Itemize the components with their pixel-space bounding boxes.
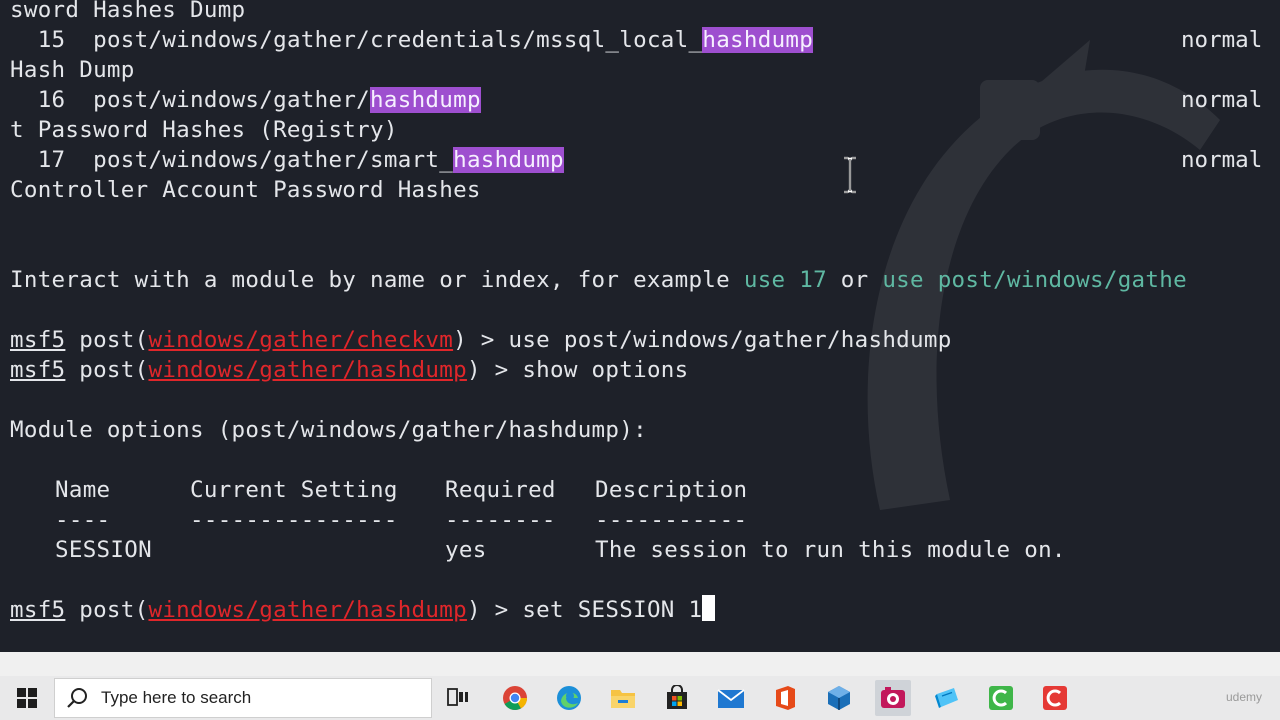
- search-placeholder: Type here to search: [101, 688, 252, 707]
- camtasia-recorder-taskbar-button[interactable]: [983, 680, 1019, 716]
- chrome-icon: [503, 686, 527, 711]
- virtualbox-taskbar-button[interactable]: [821, 680, 857, 716]
- command-input[interactable]: set SESSION 1: [522, 597, 702, 623]
- kali-dragon-watermark-icon: [867, 40, 1220, 510]
- command-text: use post/windows/gather/hashdump: [508, 327, 952, 353]
- option-name: SESSION: [55, 537, 152, 563]
- options-divider: ---------------: [190, 507, 398, 533]
- module-row-16: 16 post/windows/gather/hashdump: [10, 85, 481, 115]
- prompt-suffix: ) >: [453, 327, 509, 353]
- edge-taskbar-button[interactable]: [551, 680, 587, 716]
- hint-text: or: [826, 267, 883, 293]
- media-player-taskbar-button[interactable]: [875, 680, 911, 716]
- active-prompt-line[interactable]: msf5 post(windows/gather/hashdump) > set…: [10, 595, 716, 625]
- module-rank: normal: [1181, 87, 1263, 113]
- file-explorer-taskbar-button[interactable]: [605, 680, 641, 716]
- window-bottom-edge: [0, 652, 1280, 676]
- task-view-button[interactable]: [440, 680, 476, 716]
- chrome-taskbar-button[interactable]: [497, 680, 533, 716]
- notepad-taskbar-button[interactable]: [929, 680, 965, 716]
- search-icon: [67, 688, 87, 708]
- search-highlight: hashdump: [702, 27, 814, 53]
- prompt-context: post(: [65, 357, 149, 383]
- output-line: sword Hashes Dump: [10, 0, 246, 23]
- text-cursor: [702, 595, 716, 621]
- store-taskbar-button[interactable]: [659, 680, 695, 716]
- options-header-required: Required: [445, 477, 556, 503]
- module-rank: normal: [1181, 27, 1263, 53]
- module-row-15: 15 post/windows/gather/credentials/mssql…: [10, 25, 814, 55]
- prompt-line: msf5 post(windows/gather/hashdump) > sho…: [10, 355, 688, 385]
- camtasia-green-icon: [989, 686, 1013, 710]
- active-module: windows/gather/checkvm: [148, 327, 454, 353]
- hint-example: use post/windows/gathe: [882, 267, 1187, 293]
- windows-taskbar: Type here to search: [0, 676, 1280, 720]
- module-index: 16: [37, 87, 66, 113]
- mail-icon: [717, 689, 745, 708]
- edge-icon: [557, 686, 581, 710]
- virtualbox-icon: [828, 686, 850, 710]
- store-icon: [667, 685, 687, 709]
- module-path: post/windows/gather/: [93, 87, 371, 113]
- prompt-context: post(: [65, 327, 149, 353]
- media-player-icon: [881, 687, 905, 708]
- msf-prompt: msf5: [10, 327, 66, 353]
- module-row-17: 17 post/windows/gather/smart_hashdump: [10, 145, 564, 175]
- file-explorer-icon: [611, 690, 635, 708]
- camtasia-red-icon: [1043, 686, 1067, 710]
- udemy-watermark: udemy: [1226, 690, 1263, 704]
- msf-prompt: msf5: [10, 357, 66, 383]
- options-header-description: Description: [595, 477, 748, 503]
- mail-taskbar-button[interactable]: [713, 680, 749, 716]
- options-divider: --------: [445, 507, 556, 533]
- search-highlight: hashdump: [370, 87, 481, 113]
- start-button[interactable]: [0, 676, 54, 720]
- option-description: The session to run this module on.: [595, 537, 1066, 563]
- task-view-icon: [447, 688, 468, 706]
- command-text: show options: [522, 357, 689, 383]
- options-divider: ----: [55, 507, 111, 533]
- ibeam-cursor-icon: [844, 156, 856, 194]
- options-divider: -----------: [595, 507, 748, 533]
- output-line: t Password Hashes (Registry): [10, 117, 398, 143]
- options-header-setting: Current Setting: [190, 477, 398, 503]
- prompt-context: post(: [65, 597, 149, 623]
- module-path: post/windows/gather/smart_: [93, 147, 454, 173]
- options-header-name: Name: [55, 477, 111, 503]
- option-required: yes: [445, 537, 487, 563]
- camtasia-editor-taskbar-button[interactable]: [1037, 680, 1073, 716]
- terminal-window[interactable]: sword Hashes Dump 15 post/windows/gather…: [0, 0, 1280, 652]
- module-index: 17: [37, 147, 66, 173]
- windows-logo-icon: [17, 688, 37, 708]
- module-options-title: Module options (post/windows/gather/hash…: [10, 417, 647, 443]
- prompt-suffix: ) >: [466, 597, 523, 623]
- hint-text: Interact with a module by name or index,…: [10, 267, 744, 293]
- search-highlight: hashdump: [453, 147, 564, 173]
- taskbar-search-box[interactable]: Type here to search: [54, 678, 432, 718]
- msf-prompt: msf5: [10, 597, 66, 623]
- module-rank: normal: [1181, 147, 1263, 173]
- prompt-suffix: ) >: [466, 357, 523, 383]
- prompt-line: msf5 post(windows/gather/checkvm) > use …: [10, 325, 952, 355]
- module-index: 15: [37, 27, 66, 53]
- module-path: post/windows/gather/credentials/mssql_lo…: [93, 27, 703, 53]
- office-icon: [776, 686, 795, 710]
- active-module: windows/gather/hashdump: [148, 357, 467, 383]
- hint-example: use 17: [743, 267, 827, 293]
- output-line: Controller Account Password Hashes: [10, 177, 481, 203]
- output-line: Hash Dump: [10, 57, 135, 83]
- active-module: windows/gather/hashdump: [148, 597, 467, 623]
- interact-hint: Interact with a module by name or index,…: [10, 265, 1187, 295]
- office-taskbar-button[interactable]: [767, 680, 803, 716]
- notepad-icon: [935, 688, 958, 708]
